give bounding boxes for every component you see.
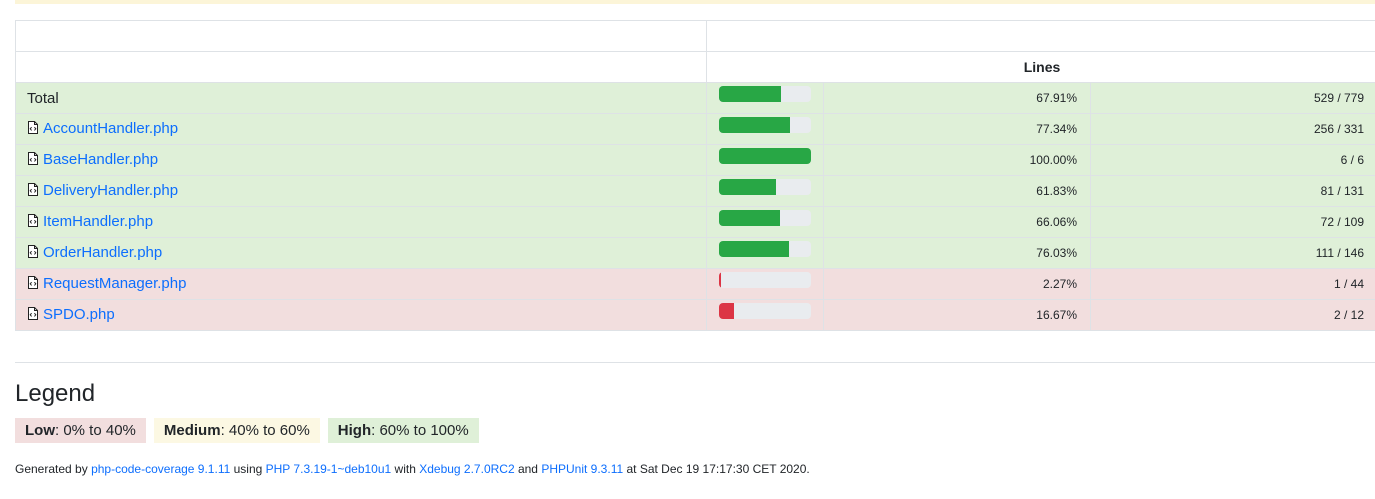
- code-file-icon: [27, 214, 39, 231]
- coverage-bar: [719, 148, 811, 164]
- lines-count-cell: 6 / 6: [1089, 144, 1375, 176]
- header-row: Lines: [15, 51, 1375, 83]
- percent-cell: 61.83%: [823, 175, 1091, 207]
- bar-cell: [706, 299, 824, 331]
- file-link[interactable]: DeliveryHandler.php: [43, 182, 178, 199]
- table-row: AccountHandler.php 77.34% 256 / 331: [15, 113, 1375, 145]
- percent-cell: 66.06%: [823, 206, 1091, 238]
- name-cell: ItemHandler.php: [15, 206, 707, 238]
- percent-cell: 76.03%: [823, 237, 1091, 269]
- bar-cell: [706, 144, 824, 176]
- file-link[interactable]: OrderHandler.php: [43, 244, 162, 261]
- lines-count-cell: 2 / 12: [1089, 299, 1375, 331]
- warning-banner-edge: [15, 0, 1375, 4]
- bar-cell: [706, 82, 824, 114]
- coverage-bar-fill: [719, 272, 722, 288]
- coverage-bar: [719, 117, 811, 133]
- bar-cell: [706, 237, 824, 269]
- percent-cell: 67.91%: [823, 82, 1091, 114]
- bar-cell: [706, 206, 824, 238]
- coverage-bar-fill: [719, 303, 735, 319]
- name-cell: OrderHandler.php: [15, 237, 707, 269]
- divider: [15, 362, 1375, 363]
- code-file-icon: [27, 307, 39, 324]
- file-link[interactable]: BaseHandler.php: [43, 151, 158, 168]
- coverage-bar: [719, 210, 811, 226]
- legend-high: High: 60% to 100%: [327, 418, 479, 443]
- lines-count-cell: 1 / 44: [1089, 268, 1375, 300]
- name-cell: BaseHandler.php: [15, 144, 707, 176]
- coverage-bar-fill: [719, 210, 780, 226]
- percent-cell: 2.27%: [823, 268, 1091, 300]
- code-file-icon: [27, 276, 39, 293]
- coverage-bar: [719, 272, 811, 288]
- code-file-icon: [27, 183, 39, 200]
- code-file-icon: [27, 245, 39, 262]
- legend-title: Legend: [15, 380, 96, 407]
- coverage-bar-fill: [719, 86, 782, 102]
- name-cell: DeliveryHandler.php: [15, 175, 707, 207]
- lines-count-cell: 256 / 331: [1089, 113, 1375, 145]
- bar-cell: [706, 175, 824, 207]
- coverage-bar-fill: [719, 241, 789, 257]
- lines-count-cell: 72 / 109: [1089, 206, 1375, 238]
- table-row: DeliveryHandler.php 61.83% 81 / 131: [15, 175, 1375, 207]
- footer: Generated by php-code-coverage 9.1.11 us…: [15, 462, 810, 476]
- phpunit-link[interactable]: PHPUnit 9.3.11: [541, 462, 623, 476]
- percent-cell: 16.67%: [823, 299, 1091, 331]
- table-row: ItemHandler.php 66.06% 72 / 109: [15, 206, 1375, 238]
- legend-medium: Medium: 40% to 60%: [153, 418, 320, 443]
- table-row: SPDO.php 16.67% 2 / 12: [15, 299, 1375, 331]
- bar-cell: [706, 113, 824, 145]
- php-link[interactable]: PHP 7.3.19-1~deb10u1: [266, 462, 392, 476]
- xdebug-link[interactable]: Xdebug 2.7.0RC2: [419, 462, 514, 476]
- total-row: Total 67.91% 529 / 779: [15, 82, 1375, 114]
- coverage-bar: [719, 179, 811, 195]
- total-label: Total: [27, 89, 59, 107]
- coverage-bar: [719, 86, 811, 102]
- file-link[interactable]: ItemHandler.php: [43, 213, 153, 230]
- coverage-bar-fill: [719, 148, 811, 164]
- legend-low: Low: 0% to 40%: [15, 418, 146, 443]
- name-cell: AccountHandler.php: [15, 113, 707, 145]
- coverage-bar: [719, 303, 811, 319]
- name-cell: Total: [15, 82, 707, 114]
- legend: Low: 0% to 40% Medium: 40% to 60% High: …: [15, 418, 479, 443]
- table-row: BaseHandler.php 100.00% 6 / 6: [15, 144, 1375, 176]
- lines-count-cell: 111 / 146: [1089, 237, 1375, 269]
- code-file-icon: [27, 152, 39, 169]
- table-row: RequestManager.php 2.27% 1 / 44: [15, 268, 1375, 300]
- bar-cell: [706, 268, 824, 300]
- file-link[interactable]: AccountHandler.php: [43, 120, 178, 137]
- code-file-icon: [27, 121, 39, 138]
- file-link[interactable]: RequestManager.php: [43, 275, 186, 292]
- coverage-bar-fill: [719, 179, 776, 195]
- lines-count-cell: 81 / 131: [1089, 175, 1375, 207]
- percent-cell: 77.34%: [823, 113, 1091, 145]
- file-link[interactable]: SPDO.php: [43, 306, 115, 323]
- php-code-coverage-link[interactable]: php-code-coverage 9.1.11: [91, 462, 230, 476]
- lines-column-header: Lines: [705, 51, 1375, 83]
- lines-count-cell: 529 / 779: [1089, 82, 1375, 114]
- table-row: OrderHandler.php 76.03% 111 / 146: [15, 237, 1375, 269]
- coverage-table: Lines Total 67.91% 529 / 779 AccountHandler…: [15, 20, 1375, 331]
- percent-cell: 100.00%: [823, 144, 1091, 176]
- coverage-bar-fill: [719, 117, 791, 133]
- coverage-bar: [719, 241, 811, 257]
- header-row-spacer: [15, 20, 1375, 52]
- name-cell: RequestManager.php: [15, 268, 707, 300]
- name-cell: SPDO.php: [15, 299, 707, 331]
